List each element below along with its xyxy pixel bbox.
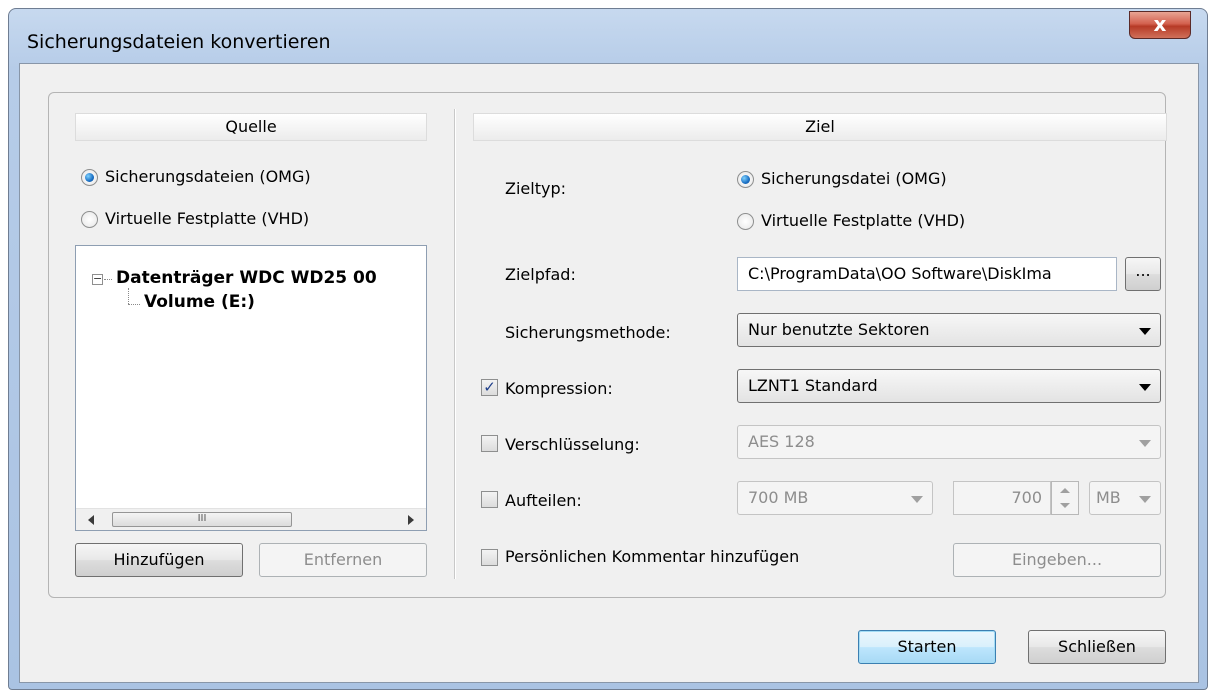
target-omg-radio[interactable] xyxy=(737,171,754,188)
split-size-spinner[interactable] xyxy=(1051,481,1079,515)
target-header: Ziel xyxy=(473,113,1167,141)
browse-button[interactable]: ... xyxy=(1125,257,1161,291)
target-path-label: Zielpfad: xyxy=(505,265,576,284)
spin-down-icon[interactable] xyxy=(1060,503,1070,508)
comment-label[interactable]: Persönlichen Kommentar hinzufügen xyxy=(505,547,799,566)
split-unit-value: MB xyxy=(1096,488,1121,507)
compression-select[interactable]: LZNT1 Standard xyxy=(737,369,1161,403)
compression-label[interactable]: Kompression: xyxy=(505,379,613,398)
scroll-left-icon[interactable] xyxy=(88,515,94,525)
target-vhd-label[interactable]: Virtuelle Festplatte (VHD) xyxy=(761,211,965,230)
encryption-label[interactable]: Verschlüsselung: xyxy=(505,435,640,454)
chevron-down-icon xyxy=(1139,328,1151,335)
tree-connector-vertical xyxy=(128,288,129,304)
target-omg-label[interactable]: Sicherungsdatei (OMG) xyxy=(761,169,947,188)
split-label[interactable]: Aufteilen: xyxy=(505,491,582,510)
add-button[interactable]: Hinzufügen xyxy=(75,543,243,577)
encryption-select[interactable]: AES 128 xyxy=(737,425,1161,459)
settings-group: Quelle Sicherungsdateien (OMG) Virtuelle… xyxy=(48,92,1167,598)
horizontal-scrollbar[interactable]: III xyxy=(76,508,426,530)
source-header: Quelle xyxy=(75,113,427,141)
backup-method-value: Nur benutzte Sektoren xyxy=(748,320,930,339)
split-unit-select[interactable]: MB xyxy=(1089,481,1161,515)
start-button[interactable]: Starten xyxy=(858,630,996,664)
tree-item-disk[interactable]: Datenträger WDC WD25 00 xyxy=(116,268,377,288)
tree-item-volume[interactable]: Volume (E:) xyxy=(144,292,255,312)
collapse-icon[interactable]: − xyxy=(92,273,103,285)
scroll-right-icon[interactable] xyxy=(408,515,414,525)
group-separator xyxy=(454,109,456,579)
dialog-client-area: Quelle Sicherungsdateien (OMG) Virtuelle… xyxy=(19,63,1199,683)
split-checkbox[interactable] xyxy=(481,491,498,508)
encryption-checkbox[interactable] xyxy=(481,435,498,452)
target-type-label: Zieltyp: xyxy=(505,179,566,198)
backup-method-select[interactable]: Nur benutzte Sektoren xyxy=(737,313,1161,347)
source-vhd-radio[interactable] xyxy=(81,211,98,228)
split-preset-select[interactable]: 700 MB xyxy=(737,481,933,515)
tree-connector xyxy=(104,279,112,280)
source-omg-radio[interactable] xyxy=(81,169,98,186)
target-path-input[interactable]: C:\ProgramData\OO Software\DiskIma xyxy=(737,257,1117,291)
source-tree[interactable]: − Datenträger WDC WD25 00 Volume (E:) II… xyxy=(75,245,427,531)
scroll-thumb[interactable]: III xyxy=(112,512,292,527)
window-title: Sicherungsdateien konvertieren xyxy=(27,31,331,53)
chevron-down-icon xyxy=(1139,440,1151,447)
source-omg-label[interactable]: Sicherungsdateien (OMG) xyxy=(105,167,311,186)
enter-comment-button[interactable]: Eingeben... xyxy=(953,543,1161,577)
chevron-down-icon xyxy=(1139,384,1151,391)
dialog-window: Sicherungsdateien konvertieren x Quelle … xyxy=(8,8,1208,690)
compression-value: LZNT1 Standard xyxy=(748,376,878,395)
close-window-button[interactable]: x xyxy=(1129,11,1191,39)
close-button[interactable]: Schließen xyxy=(1028,630,1166,664)
tree-connector xyxy=(128,304,140,305)
remove-button[interactable]: Entfernen xyxy=(259,543,427,577)
comment-checkbox[interactable] xyxy=(481,549,498,566)
backup-method-label: Sicherungsmethode: xyxy=(505,323,671,342)
split-size-input[interactable]: 700 xyxy=(953,481,1051,515)
target-vhd-radio[interactable] xyxy=(737,213,754,230)
chevron-down-icon xyxy=(911,496,923,503)
encryption-value: AES 128 xyxy=(748,432,815,451)
chevron-down-icon xyxy=(1139,496,1151,503)
source-vhd-label[interactable]: Virtuelle Festplatte (VHD) xyxy=(105,209,309,228)
compression-checkbox[interactable]: ✓ xyxy=(481,379,498,396)
split-preset-value: 700 MB xyxy=(748,488,809,507)
spin-up-icon[interactable] xyxy=(1060,488,1070,493)
